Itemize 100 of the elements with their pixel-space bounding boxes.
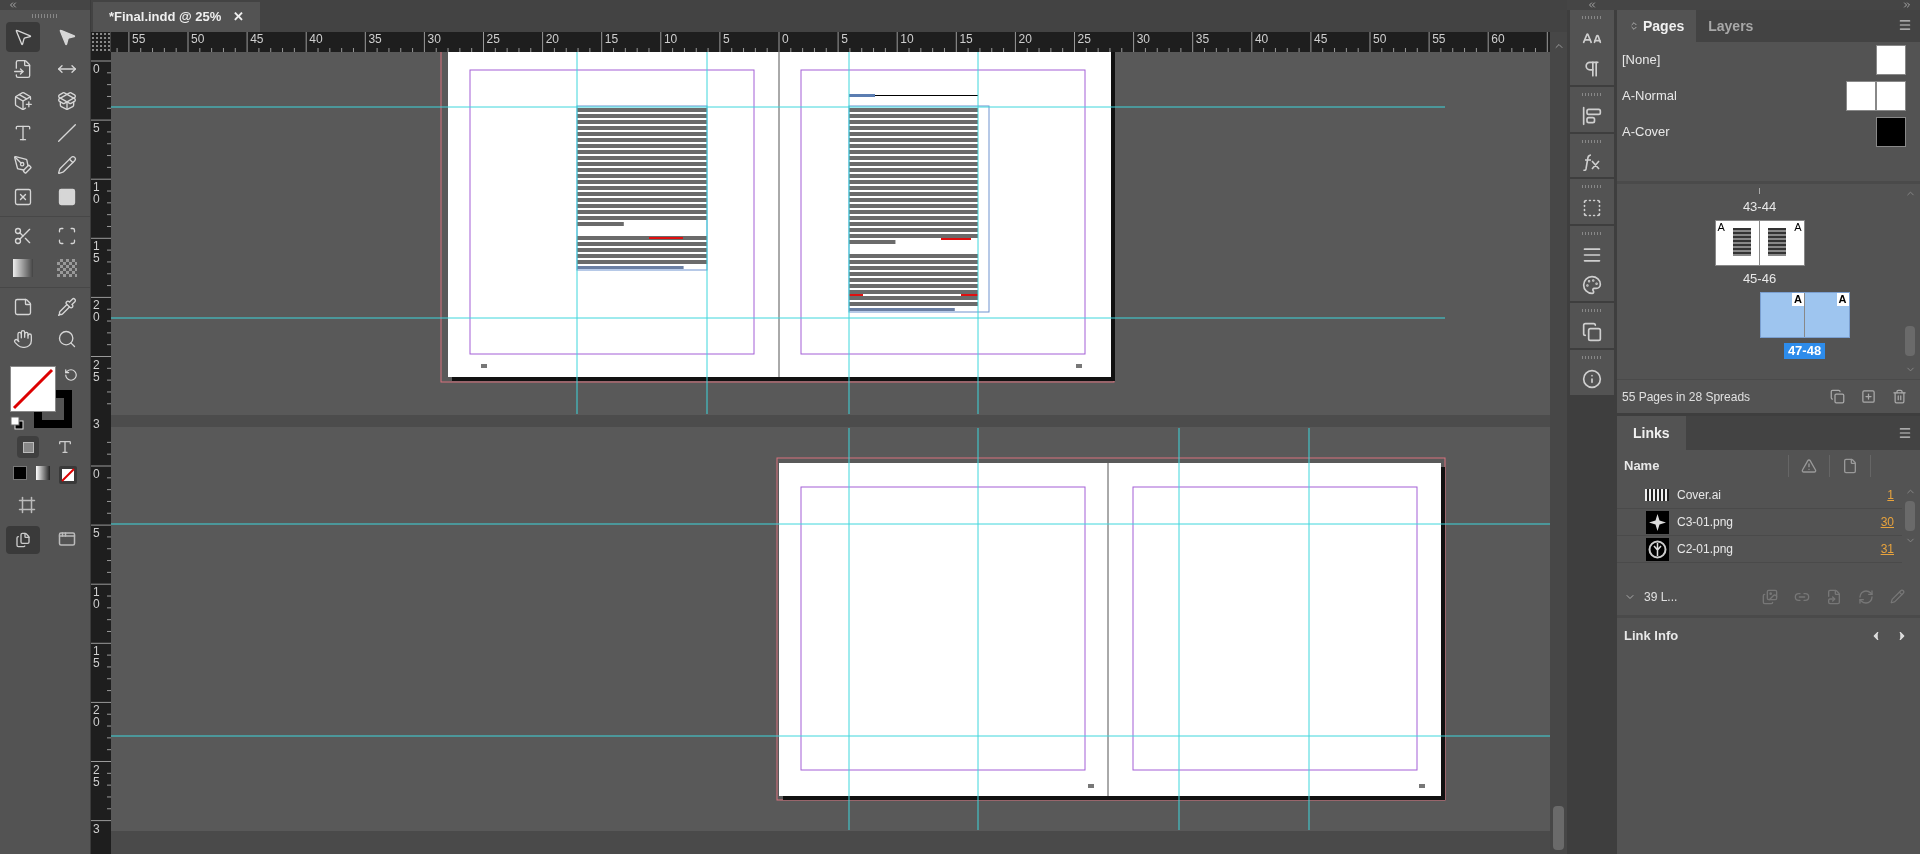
spread-label[interactable]: 47-48 xyxy=(1783,343,1826,359)
grip-icon xyxy=(1582,309,1602,312)
document-tab[interactable]: *Final.indd @ 25% ✕ xyxy=(93,2,261,32)
window-mode-icon[interactable] xyxy=(58,530,76,548)
guide-line[interactable] xyxy=(1308,427,1310,831)
page-number-link[interactable]: 31 xyxy=(1880,540,1894,558)
transform-icon[interactable] xyxy=(1582,198,1602,218)
stroke-swatch[interactable] xyxy=(34,390,72,428)
grip-icon xyxy=(1582,356,1602,359)
swatches-icon[interactable] xyxy=(1582,275,1602,295)
spread-label[interactable]: 45-46 xyxy=(1738,271,1781,287)
master-prefix: A xyxy=(1793,221,1803,234)
pointer-icon xyxy=(57,27,77,47)
image-thumbnail-icon xyxy=(1645,489,1669,501)
effects-icon[interactable] xyxy=(1582,153,1602,171)
collapse-icon[interactable] xyxy=(8,0,18,10)
master-page-row[interactable]: [None] xyxy=(1622,45,1915,75)
collapse-icon[interactable] xyxy=(1587,0,1597,10)
guide-line[interactable] xyxy=(706,52,708,415)
stroke-icon[interactable] xyxy=(1582,245,1602,265)
paragraph-styles-icon[interactable] xyxy=(1582,59,1602,79)
star-thumbnail-icon xyxy=(1645,510,1669,534)
ruler-origin[interactable] xyxy=(91,32,111,52)
note-icon xyxy=(13,297,33,317)
master-page-row[interactable]: A-Cover xyxy=(1622,117,1915,147)
pointer-icon xyxy=(13,27,33,47)
info-icon[interactable] xyxy=(1582,369,1602,389)
guide-line[interactable] xyxy=(977,427,979,831)
selection-tool[interactable] xyxy=(6,22,40,52)
ruler-label: 45 xyxy=(1314,33,1328,46)
align-icon[interactable] xyxy=(1582,106,1602,126)
default-colors-icon[interactable] xyxy=(10,416,24,430)
spread-thumbnail[interactable]: A A xyxy=(1759,292,1850,338)
ruler-label: 15 xyxy=(93,645,100,670)
sort-icon xyxy=(1629,21,1639,31)
panel-tab[interactable]: Links xyxy=(1617,416,1686,450)
link-row[interactable]: C2-01.png 31 xyxy=(1617,536,1902,563)
ruler-label: 3 xyxy=(93,822,100,835)
guide-line[interactable] xyxy=(1178,427,1180,831)
spread-thumbnail[interactable]: A A xyxy=(1714,220,1805,266)
ruler-label: 25 xyxy=(93,358,100,383)
pathfinder-icon[interactable] xyxy=(1582,322,1602,342)
panel-menu-icon[interactable] xyxy=(1898,18,1912,32)
page-count-text: 55 Pages in 28 Spreads xyxy=(1622,388,1751,406)
grip-icon xyxy=(1582,16,1602,19)
ruler-label: 20 xyxy=(1018,33,1032,46)
ruler-label: 25 xyxy=(1077,33,1091,46)
formatting-text-icon[interactable] xyxy=(57,439,73,455)
apply-color-button[interactable] xyxy=(12,466,27,480)
apply-none-button[interactable] xyxy=(59,466,78,484)
emblem-thumbnail-icon xyxy=(1645,537,1669,561)
link-name: C2-01.png xyxy=(1677,541,1734,558)
ruler-label: 10 xyxy=(663,33,678,46)
close-button[interactable]: ✕ xyxy=(233,7,245,27)
type-icon xyxy=(13,123,33,143)
guide-line[interactable] xyxy=(977,52,979,415)
formatting-container-button[interactable] xyxy=(17,436,39,458)
panel-tab[interactable]: Pages xyxy=(1617,10,1697,42)
delete-icon[interactable] xyxy=(1892,389,1907,404)
master-prefix: A xyxy=(1792,293,1804,306)
apply-gradient-button[interactable] xyxy=(36,466,50,480)
page-number-link[interactable]: 30 xyxy=(1880,513,1894,531)
scissors-icon xyxy=(13,226,33,246)
master-prefix: A xyxy=(1836,293,1849,306)
page-size-icon[interactable] xyxy=(1830,389,1845,404)
panel-tab[interactable]: Layers xyxy=(1696,10,1766,42)
master-page-row[interactable]: A-Normal xyxy=(1622,81,1915,111)
ruler-label: 5 xyxy=(841,33,848,46)
ruler-label: 40 xyxy=(1254,33,1269,46)
pages-icon xyxy=(15,532,31,548)
status-column-icon[interactable] xyxy=(1801,458,1817,474)
ruler-label: 55 xyxy=(132,33,146,46)
ruler-label: 3 xyxy=(93,417,100,430)
column-header[interactable]: Name xyxy=(1624,456,1660,476)
page-column-icon[interactable] xyxy=(1842,458,1858,474)
ruler-label: 25 xyxy=(93,763,100,788)
fill-swatch[interactable] xyxy=(10,366,56,412)
pen-icon xyxy=(13,155,33,175)
spread-label[interactable]: 43-44 xyxy=(1738,199,1781,215)
link-row[interactable]: C3-01.png 30 xyxy=(1617,509,1902,536)
guide-line[interactable] xyxy=(848,427,850,831)
link-row[interactable]: Cover.ai 1 xyxy=(1617,482,1902,509)
ruler-label: 10 xyxy=(93,586,100,611)
ruler-label: 5 xyxy=(93,122,100,135)
document-canvas[interactable] xyxy=(111,52,1550,854)
screen-mode-button[interactable] xyxy=(6,526,40,554)
panel-menu-icon[interactable] xyxy=(1898,426,1912,440)
scrollbar-thumb[interactable] xyxy=(1553,806,1564,850)
rectangle-icon xyxy=(57,187,77,207)
new-page-icon[interactable] xyxy=(1861,389,1876,404)
ruler-label: 5 xyxy=(93,527,100,540)
guide-line[interactable] xyxy=(848,52,850,415)
grip-icon xyxy=(1582,140,1602,143)
ruler-label: 50 xyxy=(191,33,205,46)
expand-panels-icon[interactable] xyxy=(1902,0,1912,10)
page-icon xyxy=(13,59,33,79)
page-number-link[interactable]: 1 xyxy=(1887,486,1894,504)
placeholder-frame-icon[interactable] xyxy=(18,496,36,514)
swap-icon[interactable] xyxy=(64,368,78,382)
guide-line[interactable] xyxy=(576,52,578,415)
